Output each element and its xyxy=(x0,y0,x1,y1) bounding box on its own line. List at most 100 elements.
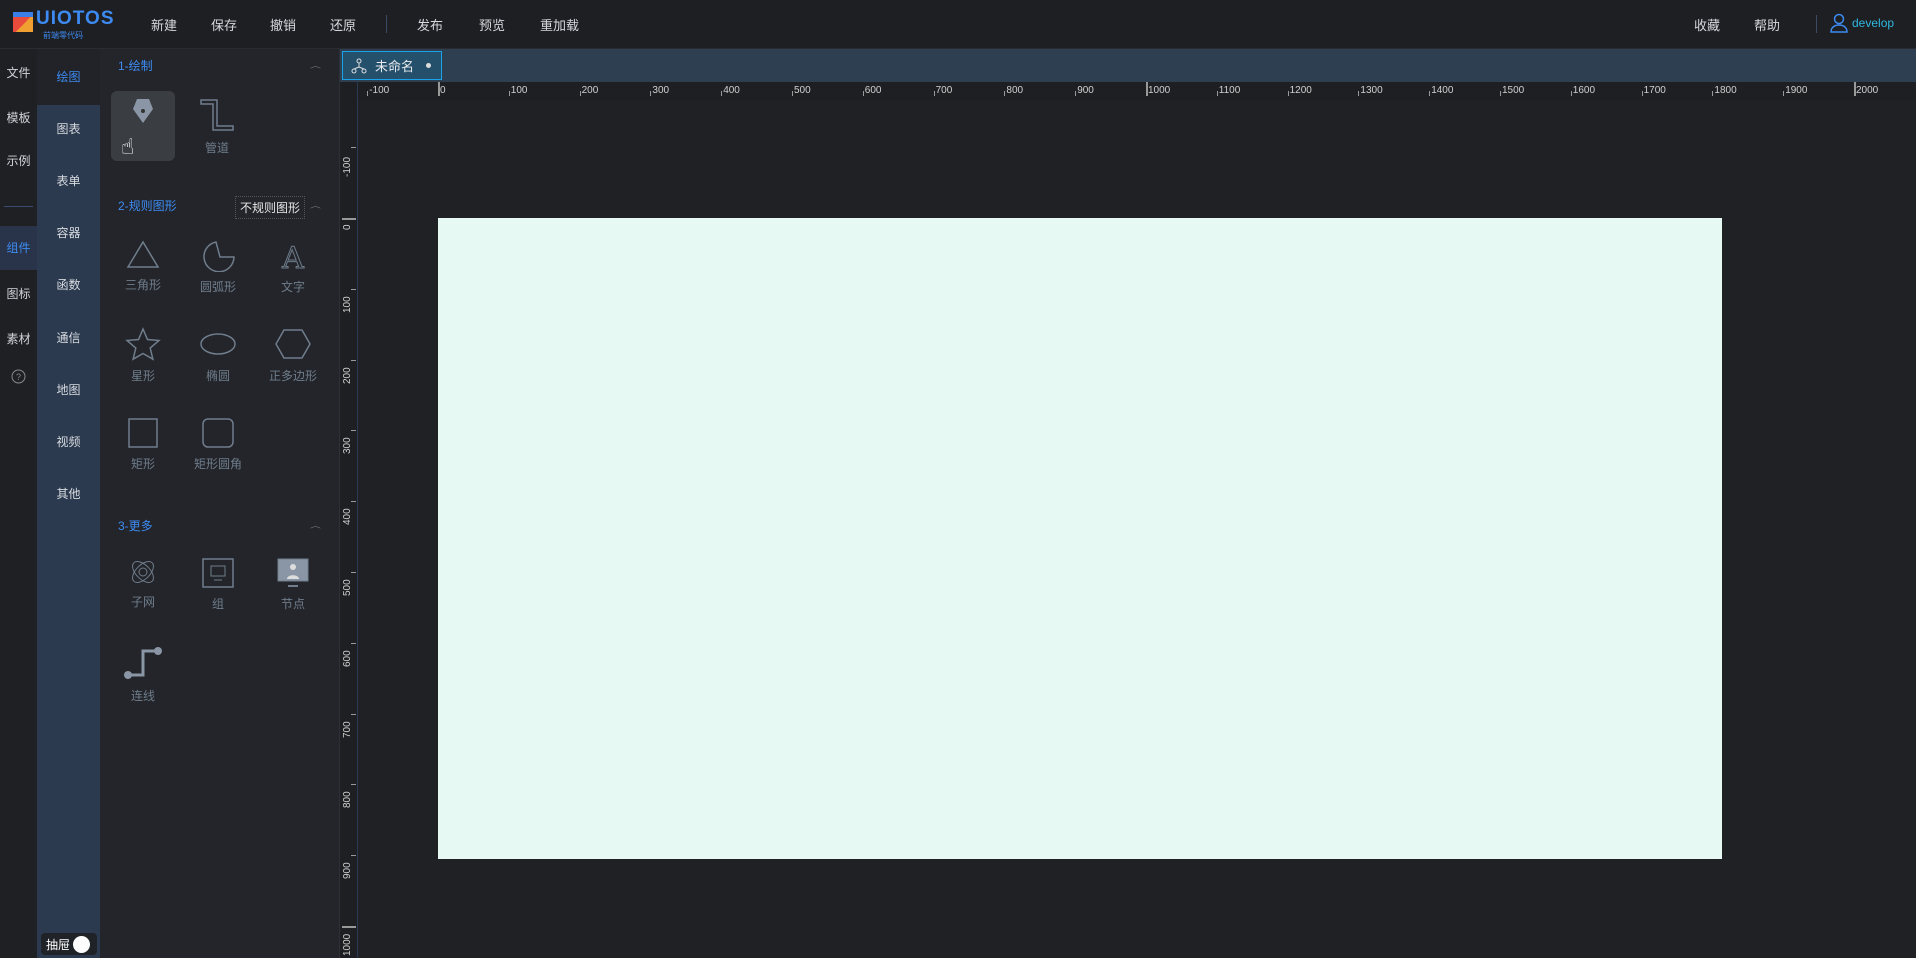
shape-pipe[interactable]: 管道 xyxy=(185,91,249,161)
sidebar-item-assets[interactable]: 素材 xyxy=(0,330,37,347)
user-icon xyxy=(1830,13,1848,33)
item-group[interactable]: 组 xyxy=(186,551,250,621)
category-communication[interactable]: 通信 xyxy=(37,329,100,346)
item-label: 文字 xyxy=(280,280,305,294)
horizontal-ruler[interactable]: -100 0 100 200 300 400 500 600 700 800 900 1000 1100… xyxy=(358,82,1916,100)
help-button[interactable]: 帮助 xyxy=(1754,15,1780,34)
shape-rounded-rectangle[interactable]: 矩形圆角 xyxy=(186,411,250,481)
category-chart[interactable]: 图表 xyxy=(37,120,100,137)
topology-icon xyxy=(351,58,367,73)
section-title[interactable]: 3-更多 xyxy=(118,517,153,534)
item-label: 管道 xyxy=(204,141,229,155)
item-connector[interactable]: 连线 xyxy=(111,639,175,709)
redo-button[interactable]: 还原 xyxy=(330,15,356,34)
tick-label: 1500 xyxy=(1502,85,1525,96)
item-label: 节点 xyxy=(280,597,305,611)
tick-label: 0 xyxy=(440,85,446,96)
design-canvas[interactable] xyxy=(438,218,1722,859)
connector-line-icon xyxy=(124,647,162,679)
tick-mark xyxy=(1712,91,1714,96)
shape-arc[interactable]: 圆弧形 xyxy=(186,234,250,304)
tick-label: 900 xyxy=(342,862,353,880)
primary-sidebar: 文件 模板 示例 组件 图标 素材 ? xyxy=(0,49,37,958)
tick-mark xyxy=(1429,91,1431,96)
category-form[interactable]: 表单 xyxy=(37,172,100,189)
sidebar-item-file[interactable]: 文件 xyxy=(0,64,37,81)
tick-mark xyxy=(1075,91,1077,96)
item-node[interactable]: 节点 xyxy=(261,551,325,621)
tooltip: 不规则图形 xyxy=(235,196,306,219)
shape-rectangle[interactable]: 矩形 xyxy=(111,411,175,481)
toggle-knob xyxy=(73,935,91,953)
item-label: 星形 xyxy=(130,369,155,383)
group-icon xyxy=(202,558,234,588)
rounded-rectangle-icon xyxy=(202,418,234,448)
tick-mark xyxy=(367,91,369,96)
tick-mark xyxy=(933,91,935,96)
shape-ellipse[interactable]: 椭圆 xyxy=(186,321,250,391)
publish-button[interactable]: 发布 xyxy=(417,15,443,34)
drawer-toggle[interactable]: 抽屉 xyxy=(41,933,97,955)
hand-cursor-icon: ☝ xyxy=(121,134,135,159)
chevron-up-icon[interactable]: ︿ xyxy=(310,520,321,530)
category-video[interactable]: 视频 xyxy=(37,433,100,450)
favorites-button[interactable]: 收藏 xyxy=(1694,15,1720,34)
shape-text[interactable]: A 文字 xyxy=(261,234,325,304)
logo-subtitle: 前端零代码 xyxy=(43,31,83,40)
item-label: 组 xyxy=(211,597,224,611)
tick-label: 500 xyxy=(342,579,353,596)
tick-label: 700 xyxy=(342,720,353,738)
tick-label: 200 xyxy=(581,85,599,96)
preview-button[interactable]: 预览 xyxy=(479,15,505,34)
drawer-label: 抽屉 xyxy=(46,937,71,952)
tab-untitled[interactable]: 未命名 xyxy=(342,51,442,80)
item-subnet[interactable]: 子网 xyxy=(111,551,175,621)
sidebar-item-template[interactable]: 模板 xyxy=(0,109,37,126)
category-other[interactable]: 其他 xyxy=(37,485,100,502)
shape-polygon[interactable]: 正多边形 xyxy=(261,321,325,391)
undo-button[interactable]: 撤销 xyxy=(270,15,296,34)
sidebar-item-icons[interactable]: 图标 xyxy=(0,285,37,302)
help-icon[interactable]: ? xyxy=(0,369,37,387)
section-title[interactable]: 1-绘制 xyxy=(118,57,153,74)
svg-text:?: ? xyxy=(16,372,21,382)
category-function[interactable]: 函数 xyxy=(37,276,100,293)
chevron-up-icon[interactable]: ︿ xyxy=(310,200,321,210)
tick-label: -100 xyxy=(369,85,390,96)
category-container[interactable]: 容器 xyxy=(37,224,100,241)
sidebar-item-example[interactable]: 示例 xyxy=(0,152,37,169)
divider xyxy=(386,15,387,33)
tick-mark xyxy=(1004,91,1006,96)
reload-button[interactable]: 重加载 xyxy=(540,15,579,34)
category-map[interactable]: 地图 xyxy=(37,381,100,398)
tick-label: -100 xyxy=(342,157,353,178)
tick-mark xyxy=(1287,91,1289,96)
vertical-ruler[interactable]: -100 0 100 200 300 400 500 600 700 800 900 1000 xyxy=(340,82,358,958)
save-button[interactable]: 保存 xyxy=(211,15,237,34)
hexagon-icon xyxy=(275,329,311,359)
tick-label: 1700 xyxy=(1643,85,1666,96)
chevron-up-icon[interactable]: ︿ xyxy=(310,60,321,70)
tick-mark xyxy=(351,572,356,573)
text-icon: A xyxy=(281,241,305,273)
category-draw[interactable]: 绘图 xyxy=(37,49,100,105)
shape-star[interactable]: 星形 xyxy=(111,321,175,391)
sidebar-item-components[interactable]: 组件 xyxy=(0,226,37,270)
ellipse-icon xyxy=(200,333,236,355)
user-menu[interactable]: develop xyxy=(1830,13,1894,33)
section-title[interactable]: 2-规则图形 xyxy=(118,197,177,214)
tick-label: 800 xyxy=(1006,85,1024,96)
tick-label: 600 xyxy=(342,650,353,667)
tick-label: 1400 xyxy=(1431,85,1454,96)
tick-label: 400 xyxy=(342,508,353,526)
triangle-icon xyxy=(126,240,160,268)
tick-mark xyxy=(792,91,793,96)
shape-triangle[interactable]: 三角形 xyxy=(111,234,175,304)
item-label: 正多边形 xyxy=(268,369,317,383)
logo[interactable]: UIOTOS 前端零代码 xyxy=(10,8,114,42)
tick-mark xyxy=(579,91,581,96)
tick-mark xyxy=(351,501,356,503)
new-button[interactable]: 新建 xyxy=(151,15,177,34)
rectangle-icon xyxy=(128,418,158,448)
tick-mark xyxy=(650,91,652,96)
